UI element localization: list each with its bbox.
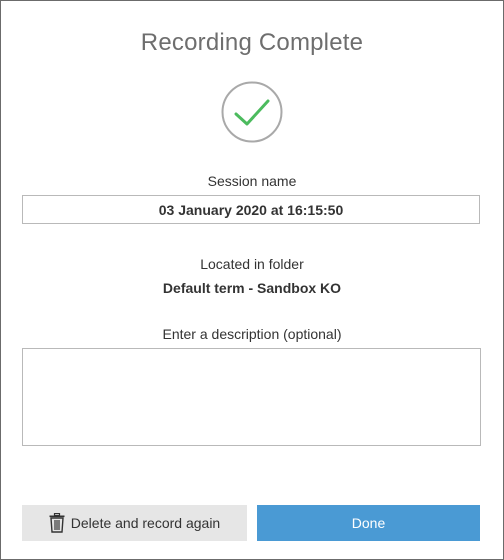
done-button[interactable]: Done (257, 505, 480, 541)
folder-label: Located in folder (200, 256, 304, 272)
trash-icon (49, 513, 65, 533)
dialog-title: Recording Complete (140, 29, 364, 56)
recording-complete-dialog: Recording Complete Session name Located … (0, 0, 504, 560)
delete-and-record-again-button[interactable]: Delete and record again (22, 505, 247, 541)
checkmark-circle-icon (221, 81, 283, 143)
session-name-input[interactable] (22, 195, 480, 224)
delete-button-label: Delete and record again (70, 515, 221, 531)
session-name-label: Session name (207, 173, 297, 189)
done-button-label: Done (351, 515, 386, 531)
description-textarea[interactable] (22, 348, 481, 446)
folder-name: Default term - Sandbox KO (162, 280, 342, 296)
description-label: Enter a description (optional) (162, 326, 342, 342)
